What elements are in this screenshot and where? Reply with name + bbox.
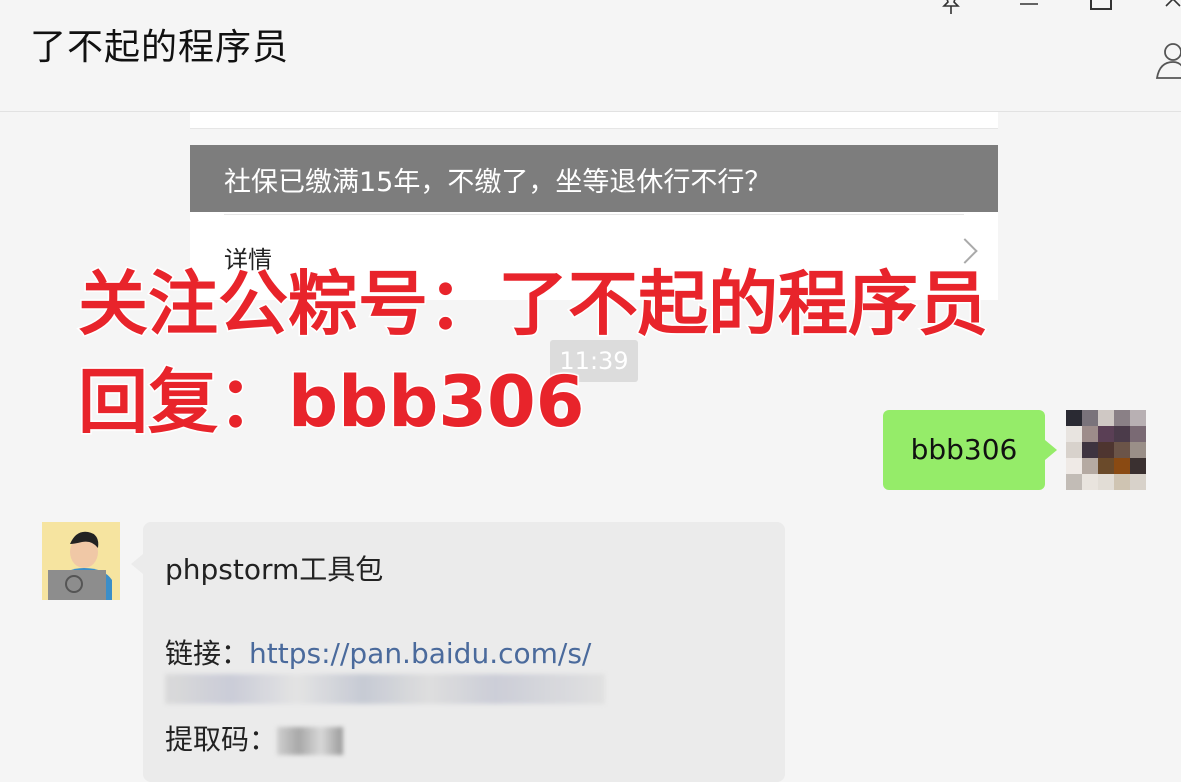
blurred-link-continuation (165, 674, 605, 704)
person-icon[interactable] (1155, 40, 1181, 84)
sent-message-bubble[interactable]: bbb306 (883, 410, 1057, 490)
promo-overlay-line1: 关注公粽号：了不起的程序员 (77, 262, 990, 347)
blurred-extraction-code (277, 727, 344, 755)
maximize-icon[interactable] (1090, 0, 1112, 10)
minimize-icon[interactable] (1018, 0, 1040, 13)
article-headline: 社保已缴满15年，不缴了，坐等退休行不行？ (224, 167, 772, 198)
extraction-code-row: 提取码： (165, 718, 344, 758)
link-label: 链接： (165, 637, 250, 670)
close-icon[interactable] (1162, 0, 1181, 17)
pin-icon[interactable] (940, 0, 962, 21)
my-avatar[interactable] (1066, 410, 1146, 490)
article-card-top (190, 112, 998, 129)
message-link-row: 链接：https://pan.baidu.com/s/ (165, 632, 591, 672)
chat-header: 了不起的程序员 (0, 0, 1181, 112)
promo-overlay-line2: 回复：bbb306 (76, 360, 585, 445)
share-link[interactable]: https://pan.baidu.com/s/ (249, 637, 591, 670)
article-card-banner[interactable]: 社保已缴满15年，不缴了，坐等退休行不行？ (190, 145, 998, 212)
received-message-bubble[interactable]: phpstorm工具包 链接：https://pan.baidu.com/s/ … (131, 522, 785, 782)
card-divider (224, 214, 964, 215)
chat-title: 了不起的程序员 (30, 27, 290, 68)
message-title: phpstorm工具包 (165, 553, 384, 586)
extraction-code-label: 提取码： (165, 723, 278, 756)
contact-avatar[interactable] (42, 522, 120, 600)
